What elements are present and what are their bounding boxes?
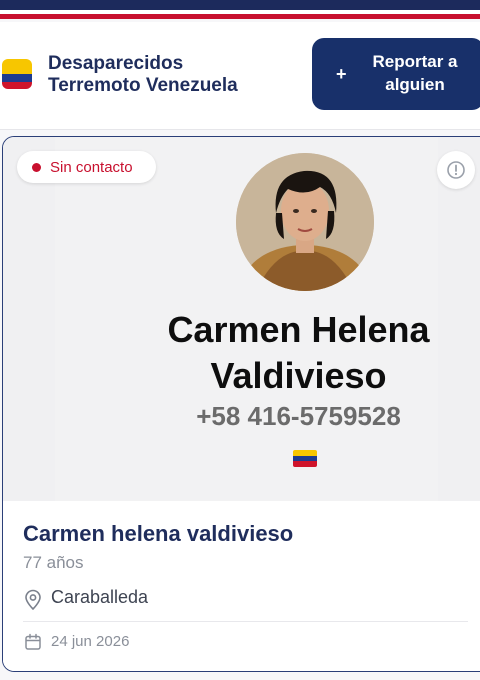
- calendar-icon: [25, 633, 41, 650]
- app-title-line2: Terremoto Venezuela: [48, 75, 238, 96]
- top-flag-stripes: [0, 0, 480, 22]
- venezuela-flag-icon: [2, 59, 32, 89]
- map-pin-icon: [25, 589, 41, 610]
- info-button[interactable]: [437, 151, 475, 189]
- report-person-button[interactable]: + Reportar a alguien: [312, 38, 480, 110]
- person-location: Caraballeda: [51, 587, 149, 607]
- card-details: Carmen helena valdivieso 77 años Carabal…: [3, 501, 480, 671]
- person-name[interactable]: Carmen helena valdivieso: [23, 521, 293, 547]
- app-header: Desaparecidos Terremoto Venezuela + Repo…: [0, 22, 480, 130]
- app-title[interactable]: Desaparecidos Terremoto Venezuela: [48, 53, 238, 97]
- app-title-line1: Desaparecidos: [48, 53, 184, 74]
- card-photo-area: Carmen Helena Valdivieso +58 416-5759528…: [3, 137, 480, 501]
- person-age: 77 años: [23, 553, 84, 572]
- plus-icon: +: [336, 64, 347, 84]
- poster-image: Carmen Helena Valdivieso +58 416-5759528: [55, 137, 438, 501]
- report-button-label: Reportar a alguien: [372, 52, 458, 94]
- poster-phone: +58 416-5759528: [196, 401, 401, 431]
- status-badge: Sin contacto: [17, 151, 156, 183]
- status-text: Sin contacto: [50, 159, 133, 176]
- info-icon: [447, 161, 465, 179]
- status-dot-icon: [32, 163, 41, 172]
- venezuela-flag-icon: [293, 450, 317, 467]
- poster-name: Carmen Helena Valdivieso: [167, 309, 430, 396]
- avatar: [236, 153, 374, 291]
- report-date: 24 jun 2026: [51, 633, 130, 650]
- missing-person-card[interactable]: Carmen Helena Valdivieso +58 416-5759528…: [2, 136, 480, 672]
- divider: [23, 621, 468, 622]
